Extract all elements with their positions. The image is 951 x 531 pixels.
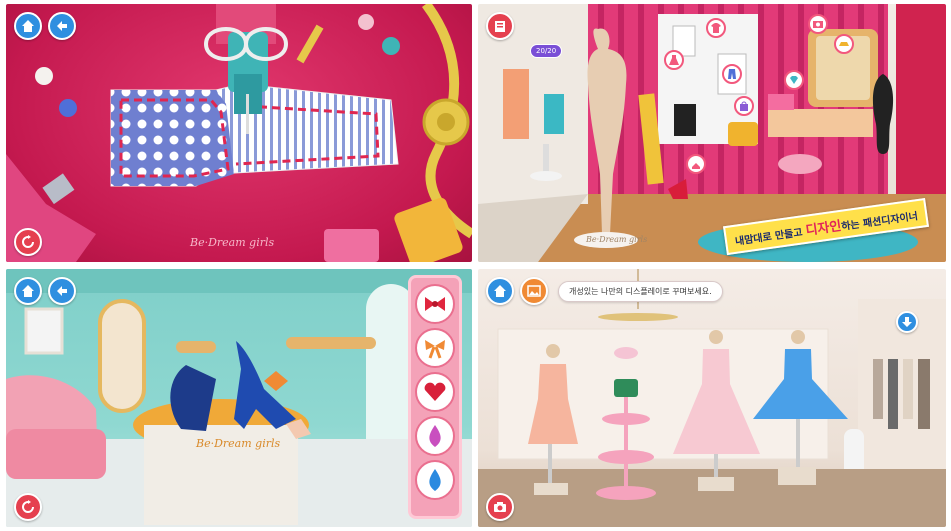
camera-icon — [494, 502, 506, 512]
promo-banner-pre: 내맘대로 만들고 — [734, 226, 807, 248]
scroll-down-button[interactable] — [896, 311, 918, 333]
home-icon — [22, 285, 34, 297]
heart-gem-icon — [424, 382, 446, 401]
dress-icon — [669, 55, 679, 65]
camera-icon — [813, 21, 823, 28]
shoe-scene-art — [6, 269, 472, 527]
shoe-design-panel: Be·Dream girls — [6, 269, 472, 527]
home-icon — [22, 20, 34, 32]
reset-button[interactable] — [14, 493, 42, 521]
design-studio-panel: 20/20 내맘대로 만들고 디자인하는 패션디자이너 Be·Dream gir… — [478, 4, 946, 262]
home-button[interactable] — [14, 12, 42, 40]
shoe-hotspot-icon[interactable] — [686, 154, 706, 174]
display-room-panel: 개성있는 나만의 디스플레이로 꾸며보세요. — [478, 269, 946, 527]
mirror-hotspot-icon[interactable] — [808, 14, 828, 34]
bow-icon — [425, 297, 445, 311]
hint-bubble: 개성있는 나만의 디스플레이로 꾸며보세요. — [558, 281, 723, 302]
drop-gem-icon — [429, 425, 441, 447]
table-logo: Be·Dream girls — [196, 437, 281, 450]
back-button[interactable] — [48, 277, 76, 305]
arrow-left-icon — [57, 21, 67, 31]
bow-icon — [425, 340, 445, 359]
item-counter: 20/20 — [530, 44, 563, 58]
drop-gem-icon — [429, 469, 441, 491]
book-icon — [495, 21, 505, 32]
sewing-scene-panel: Be·Dream girls — [6, 4, 472, 262]
hat-icon — [839, 42, 849, 46]
bag-icon — [740, 101, 748, 111]
hint-text: 개성있는 나만의 디스플레이로 꾸며보세요. — [569, 287, 712, 296]
back-button[interactable] — [48, 12, 76, 40]
dress-hotspot-icon[interactable] — [664, 50, 684, 70]
jewel-hotspot-icon[interactable] — [784, 70, 804, 90]
book-button[interactable] — [486, 12, 514, 40]
promo-banner-highlight: 디자인 — [804, 218, 843, 239]
decoration-palette — [408, 275, 462, 519]
game-logo: Be·Dream girls — [190, 236, 275, 249]
refresh-icon — [22, 500, 34, 513]
refresh-icon — [22, 235, 34, 248]
display-scene-art — [478, 269, 946, 527]
bag-hotspot-icon[interactable] — [734, 96, 754, 116]
mannequin-base-logo: Be·Dream girls — [586, 235, 648, 244]
home-button[interactable] — [14, 277, 42, 305]
orange-bow-item[interactable] — [415, 328, 455, 368]
home-button[interactable] — [486, 277, 514, 305]
shoe-icon — [692, 163, 700, 169]
camera-button[interactable] — [486, 493, 514, 521]
arrow-left-icon — [57, 286, 67, 296]
diamond-icon — [790, 76, 798, 84]
arrow-down-icon — [902, 317, 912, 327]
gallery-button[interactable] — [520, 277, 548, 305]
pink-gem-item[interactable] — [415, 416, 455, 456]
promo-banner-post: 하는 패션디자이너 — [840, 211, 919, 233]
red-bow-item[interactable] — [415, 284, 455, 324]
top-hotspot-icon[interactable] — [706, 18, 726, 38]
sewing-scene-art — [6, 4, 472, 262]
heart-gem-item[interactable] — [415, 372, 455, 412]
blue-gem-item[interactable] — [415, 460, 455, 500]
home-icon — [494, 285, 506, 297]
hat-hotspot-icon[interactable] — [834, 34, 854, 54]
pants-icon — [728, 69, 736, 79]
pants-hotspot-icon[interactable] — [722, 64, 742, 84]
image-icon — [527, 285, 541, 297]
screenshot-grid: Be·Dream girls 20/20 내맘대로 만들고 디자인하는 패션디자… — [0, 0, 951, 531]
reset-button[interactable] — [14, 228, 42, 256]
shirt-icon — [711, 23, 721, 33]
